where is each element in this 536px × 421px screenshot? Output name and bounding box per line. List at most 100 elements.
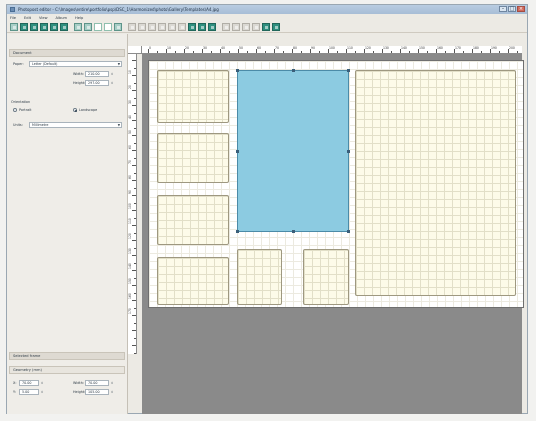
- minimize-button[interactable]: –: [499, 6, 507, 12]
- x-field[interactable]: 70.00: [19, 380, 39, 386]
- selected-frame-section-header[interactable]: Selected frame: [9, 352, 125, 360]
- open-tool-button[interactable]: [20, 23, 28, 31]
- resize-handle-nw[interactable]: [236, 69, 239, 72]
- landscape-radio[interactable]: [73, 108, 77, 112]
- photo-frame-bottom-2[interactable]: [303, 249, 349, 305]
- distribute-v-tool-button[interactable]: [198, 23, 206, 31]
- ruler-tick: [134, 67, 136, 69]
- frame-width-field[interactable]: 70.00: [85, 380, 109, 386]
- group-tool-button[interactable]: [208, 23, 216, 31]
- window-title: Photopost editor - C:\Images\entire\port…: [18, 7, 219, 12]
- ruler-tick: [319, 51, 320, 53]
- shape-tool-button[interactable]: [84, 23, 92, 31]
- ruler-left-label: 60: [128, 145, 132, 149]
- width-spinner-icon[interactable]: ⇕: [110, 71, 114, 77]
- grid-tool-button[interactable]: [262, 23, 270, 31]
- send-back-tool-button[interactable]: [252, 23, 260, 31]
- menu-view[interactable]: View: [39, 16, 48, 20]
- title-bar[interactable]: Photopost editor - C:\Images\entire\port…: [7, 5, 527, 14]
- save-as-tool-button[interactable]: [40, 23, 48, 31]
- maximize-button[interactable]: □: [508, 6, 516, 12]
- frame-height-field[interactable]: 105.00: [85, 389, 109, 395]
- resize-handle-sw[interactable]: [236, 230, 239, 233]
- ruler-tick: [445, 51, 446, 53]
- select-tool-button[interactable]: [94, 23, 102, 31]
- resize-handle-n[interactable]: [292, 69, 295, 72]
- ruler-tick: [391, 51, 392, 53]
- paper-select[interactable]: Letter (Default) ▼: [29, 61, 122, 67]
- align-left-tool-button[interactable]: [128, 23, 136, 31]
- ruler-top-label: 110: [347, 46, 353, 50]
- width-field[interactable]: 210.00: [85, 71, 109, 77]
- portrait-label: Portrait: [19, 108, 32, 112]
- ruler-tick: [134, 127, 136, 129]
- menu-edit[interactable]: Edit: [24, 16, 31, 20]
- menu-file[interactable]: File: [10, 16, 16, 20]
- ruler-left-label: 160: [128, 293, 132, 299]
- ruler-tick: [132, 210, 136, 211]
- units-select[interactable]: Millimetre ▼: [29, 122, 122, 128]
- height-spinner-icon[interactable]: ⇕: [110, 80, 114, 86]
- ruler-left-label: 100: [128, 203, 132, 209]
- ruler-top-label: 60: [257, 46, 261, 50]
- portrait-radio[interactable]: [13, 108, 17, 112]
- bring-front-tool-button[interactable]: [242, 23, 250, 31]
- toolbar: [7, 22, 527, 33]
- align-top-tool-button[interactable]: [158, 23, 166, 31]
- new-tool-button[interactable]: [10, 23, 18, 31]
- align-right-tool-button[interactable]: [148, 23, 156, 31]
- resize-handle-se[interactable]: [347, 230, 350, 233]
- align-center-tool-button[interactable]: [138, 23, 146, 31]
- ruler-tick: [132, 75, 136, 76]
- photo-frame-large[interactable]: [355, 70, 516, 296]
- ruler-tick: [427, 51, 428, 53]
- photo-frame-bottom-1[interactable]: [237, 249, 282, 305]
- ruler-tick: [134, 292, 136, 294]
- ruler-top-label: 120: [365, 46, 371, 50]
- y-spinner-icon[interactable]: ⇕: [40, 389, 44, 395]
- resize-handle-s[interactable]: [292, 230, 295, 233]
- unlock-tool-button[interactable]: [232, 23, 240, 31]
- zoom-tool-button[interactable]: [114, 23, 122, 31]
- ruler-tick: [134, 157, 136, 159]
- resize-handle-w[interactable]: [236, 150, 239, 153]
- close-button[interactable]: ×: [517, 6, 525, 12]
- menu-help[interactable]: Help: [75, 16, 83, 20]
- lock-tool-button[interactable]: [222, 23, 230, 31]
- save-tool-button[interactable]: [30, 23, 38, 31]
- align-middle-tool-button[interactable]: [168, 23, 176, 31]
- horizontal-ruler[interactable]: 0 10 20 30 40 50 60 70 80 90 100 110 120 130 140 150 160…: [142, 46, 522, 54]
- photo-frame-left-3[interactable]: [157, 195, 229, 245]
- snap-tool-button[interactable]: [272, 23, 280, 31]
- menu-album[interactable]: Album: [56, 16, 68, 20]
- units-select-value: Millimetre: [32, 123, 49, 127]
- photo-frame-left-1[interactable]: [157, 70, 229, 123]
- align-bottom-tool-button[interactable]: [178, 23, 186, 31]
- x-spinner-icon[interactable]: ⇕: [40, 380, 44, 386]
- ruler-tick: [132, 120, 136, 121]
- frame-width-spinner-icon[interactable]: ⇕: [110, 380, 114, 386]
- layout-page[interactable]: [148, 60, 524, 308]
- print-tool-button[interactable]: [50, 23, 58, 31]
- geometry-section-header: Geometry (mm): [9, 366, 125, 374]
- document-section-header[interactable]: Document: [9, 49, 125, 57]
- photo-frame-left-4[interactable]: [157, 257, 229, 305]
- resize-handle-e[interactable]: [347, 150, 350, 153]
- height-field[interactable]: 297.00: [85, 80, 109, 86]
- ruler-top-label: 40: [221, 46, 225, 50]
- crop-tool-button[interactable]: [104, 23, 112, 31]
- frame-height-spinner-icon[interactable]: ⇕: [110, 389, 114, 395]
- ruler-tick: [134, 202, 136, 204]
- frame-tool-button[interactable]: [74, 23, 82, 31]
- photo-frame-left-2[interactable]: [157, 133, 229, 183]
- resize-handle-ne[interactable]: [347, 69, 350, 72]
- chevron-down-icon: ▼: [117, 62, 120, 66]
- ruler-top-label: 70: [275, 46, 279, 50]
- vertical-ruler[interactable]: 10 20 30 40 50 60 70 80 90 100 110 120 130 140 150 160 1…: [128, 54, 137, 354]
- export-tool-button[interactable]: [60, 23, 68, 31]
- ruler-tick: [134, 307, 136, 309]
- photo-frame-selected[interactable]: [236, 69, 350, 233]
- distribute-h-tool-button[interactable]: [188, 23, 196, 31]
- ruler-tick: [283, 51, 284, 53]
- y-field[interactable]: 5.00: [19, 389, 39, 395]
